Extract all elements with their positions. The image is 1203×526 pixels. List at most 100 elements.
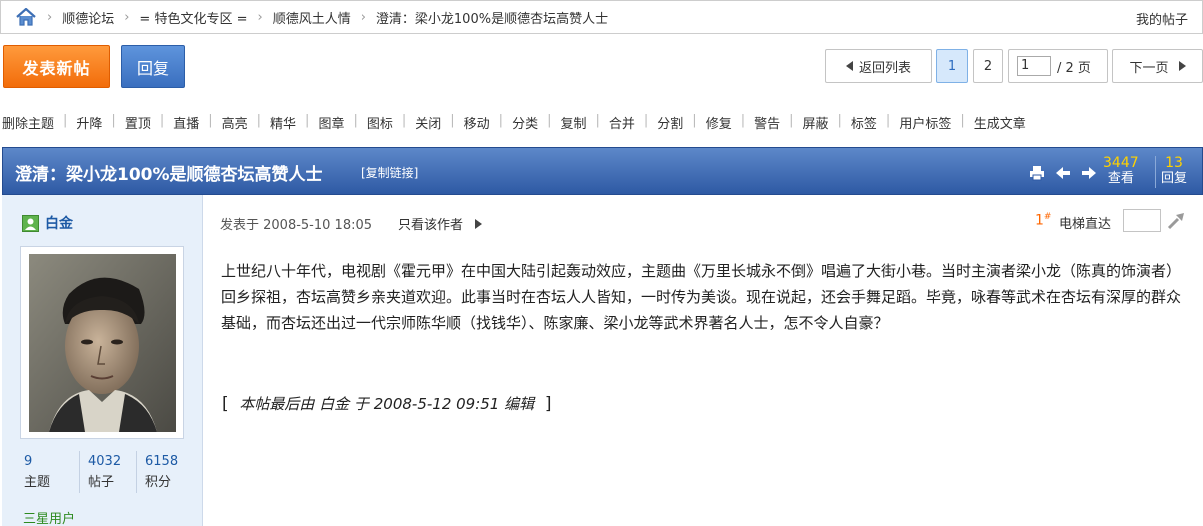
next-page-label: 下一页 (1129, 60, 1169, 76)
author-rank[interactable]: 三星用户 (23, 508, 75, 526)
author-stats: 9 主题 4032 帖子 6158 积分 (22, 451, 193, 493)
mod-tool-icon[interactable]: 图标 (365, 113, 395, 132)
divider: | (595, 113, 600, 128)
mod-tool-stamp[interactable]: 图章 (316, 113, 346, 132)
author-stat-threads[interactable]: 9 主题 (22, 451, 79, 493)
divider: | (692, 113, 697, 128)
print-icon[interactable] (1029, 165, 1045, 181)
only-author-link[interactable]: 只看该作者 (398, 214, 463, 233)
page-1-button[interactable]: 1 (936, 49, 968, 83)
author-name[interactable]: 白金 (45, 213, 73, 233)
mod-tool-digest[interactable]: 精华 (268, 113, 298, 132)
jump-icon[interactable] (1166, 211, 1188, 231)
back-to-list-label: 返回列表 (858, 60, 911, 76)
divider: | (401, 113, 407, 128)
mod-tool-generate-article[interactable]: 生成文章 (972, 113, 1028, 132)
my-posts-link[interactable]: 我的帖子 (1136, 9, 1188, 28)
mod-tool-copy[interactable]: 复制 (558, 113, 588, 132)
divider: | (643, 113, 649, 128)
mod-tool-move[interactable]: 移动 (462, 113, 492, 132)
mod-tool-tags[interactable]: 标签 (849, 113, 879, 132)
page-jump-control: 1 / 2 页 (1008, 49, 1108, 83)
stat-label: 积分 (145, 475, 172, 490)
author-sidebar: 白金 9 主题 4032 帖子 6158 积分 三星用户 (2, 195, 203, 526)
mod-tool-repair[interactable]: 修复 (704, 113, 734, 132)
mod-tool-split[interactable]: 分割 (655, 113, 685, 132)
mod-tool-user-tags[interactable]: 用户标签 (897, 113, 953, 132)
mod-tool-bump[interactable]: 升降 (74, 113, 104, 132)
post-timestamp: 发表于 2008-5-10 18:05 (220, 218, 373, 233)
bracket-close: ] (544, 394, 552, 414)
arrow-right-icon (1178, 61, 1186, 71)
view-count-label: 查看 (1107, 171, 1134, 186)
stat-label: 主题 (24, 475, 51, 490)
divider: | (740, 113, 746, 128)
breadcrumb-separator: › (124, 9, 130, 25)
mod-tool-delete-thread[interactable]: 删除主题 (0, 113, 56, 132)
divider: | (63, 113, 68, 128)
new-post-button[interactable]: 发表新帖 (3, 45, 110, 88)
divider: | (498, 113, 504, 128)
avatar-frame (20, 246, 184, 439)
breadcrumb-section[interactable]: = 特色文化专区 = (139, 8, 247, 27)
mod-tool-warn[interactable]: 警告 (752, 113, 782, 132)
reply-count-value: 13 (1165, 155, 1183, 171)
divider: | (353, 113, 358, 128)
floor-value: 1 (1035, 212, 1044, 229)
post-meta: 发表于 2008-5-10 18:05 只看该作者 (220, 214, 483, 233)
view-count-value: 3447 (1103, 155, 1139, 171)
thread-title-bar: 澄清：梁小龙100%是顺德杏坛高赞人士 [复制链接] 3447 查看 13 回复 (2, 147, 1203, 195)
breadcrumb-separator: › (360, 9, 366, 25)
author-stat-posts[interactable]: 4032 帖子 (79, 451, 136, 493)
next-thread-icon[interactable] (1081, 165, 1097, 181)
mod-tool-merge[interactable]: 合并 (607, 113, 637, 132)
divider: | (208, 113, 213, 128)
stat-value: 6158 (145, 454, 179, 469)
bracket-open: [ (222, 394, 229, 414)
avatar[interactable] (29, 254, 176, 432)
copy-link-button[interactable]: [复制链接] (361, 164, 418, 181)
reply-count-label: 回复 (1161, 171, 1188, 186)
thread-title: 澄清：梁小龙100%是顺德杏坛高赞人士 (15, 165, 323, 185)
divider: | (837, 113, 842, 128)
post-body: 上世纪八十年代，电视剧《霍元甲》在中国大陆引起轰动效应，主题曲《万里长城永不倒》… (221, 262, 1182, 332)
divider: | (789, 113, 794, 128)
thread-tools (1029, 165, 1097, 181)
user-icon (22, 214, 39, 232)
divider (1155, 156, 1156, 188)
breadcrumb-separator: › (257, 9, 263, 25)
breadcrumb-board[interactable]: 顺德风土人情 (273, 8, 351, 27)
floor-mark: # (1043, 212, 1052, 222)
edit-note-text: 本帖最后由 白金 于 2008-5-12 09:51 编辑 (239, 395, 535, 413)
divider: | (960, 113, 965, 128)
mod-tool-live[interactable]: 直播 (171, 113, 201, 132)
page-number-input[interactable]: 1 (1017, 56, 1051, 76)
divider: | (450, 113, 455, 128)
breadcrumb-bar: › 顺德论坛 › = 特色文化专区 = › 顺德风土人情 › 澄清：梁小龙100… (0, 0, 1203, 34)
page-2-button[interactable]: 2 (973, 49, 1003, 83)
divider: | (305, 113, 310, 128)
mod-tool-block[interactable]: 屏蔽 (801, 113, 831, 132)
prev-thread-icon[interactable] (1055, 165, 1071, 181)
mod-tool-highlight[interactable]: 高亮 (220, 113, 250, 132)
arrow-left-icon (845, 61, 853, 71)
floor-number: 1# (1035, 212, 1051, 229)
next-page-button[interactable]: 下一页 (1112, 49, 1203, 83)
stat-value: 4032 (88, 454, 122, 469)
divider: | (547, 113, 552, 128)
reply-button[interactable]: 回复 (121, 45, 185, 88)
mod-tool-close[interactable]: 关闭 (413, 113, 443, 132)
divider: | (256, 113, 262, 128)
breadcrumb-separator: › (47, 9, 53, 25)
mod-tool-classify[interactable]: 分类 (510, 113, 540, 132)
breadcrumb-forum[interactable]: 顺德论坛 (62, 8, 114, 27)
play-arrow-icon (475, 218, 483, 229)
breadcrumb-current-thread: 澄清：梁小龙100%是顺德杏坛高赞人士 (375, 11, 609, 27)
author-stat-points[interactable]: 6158 积分 (136, 451, 193, 493)
floor-jump-label: 电梯直达 (1059, 217, 1112, 232)
floor-jump-input[interactable] (1123, 209, 1161, 232)
author-name-row: 白金 (22, 213, 73, 233)
back-to-list-button[interactable]: 返回列表 (825, 49, 932, 83)
mod-tool-sticky[interactable]: 置顶 (123, 113, 153, 132)
home-icon[interactable] (15, 7, 37, 26)
